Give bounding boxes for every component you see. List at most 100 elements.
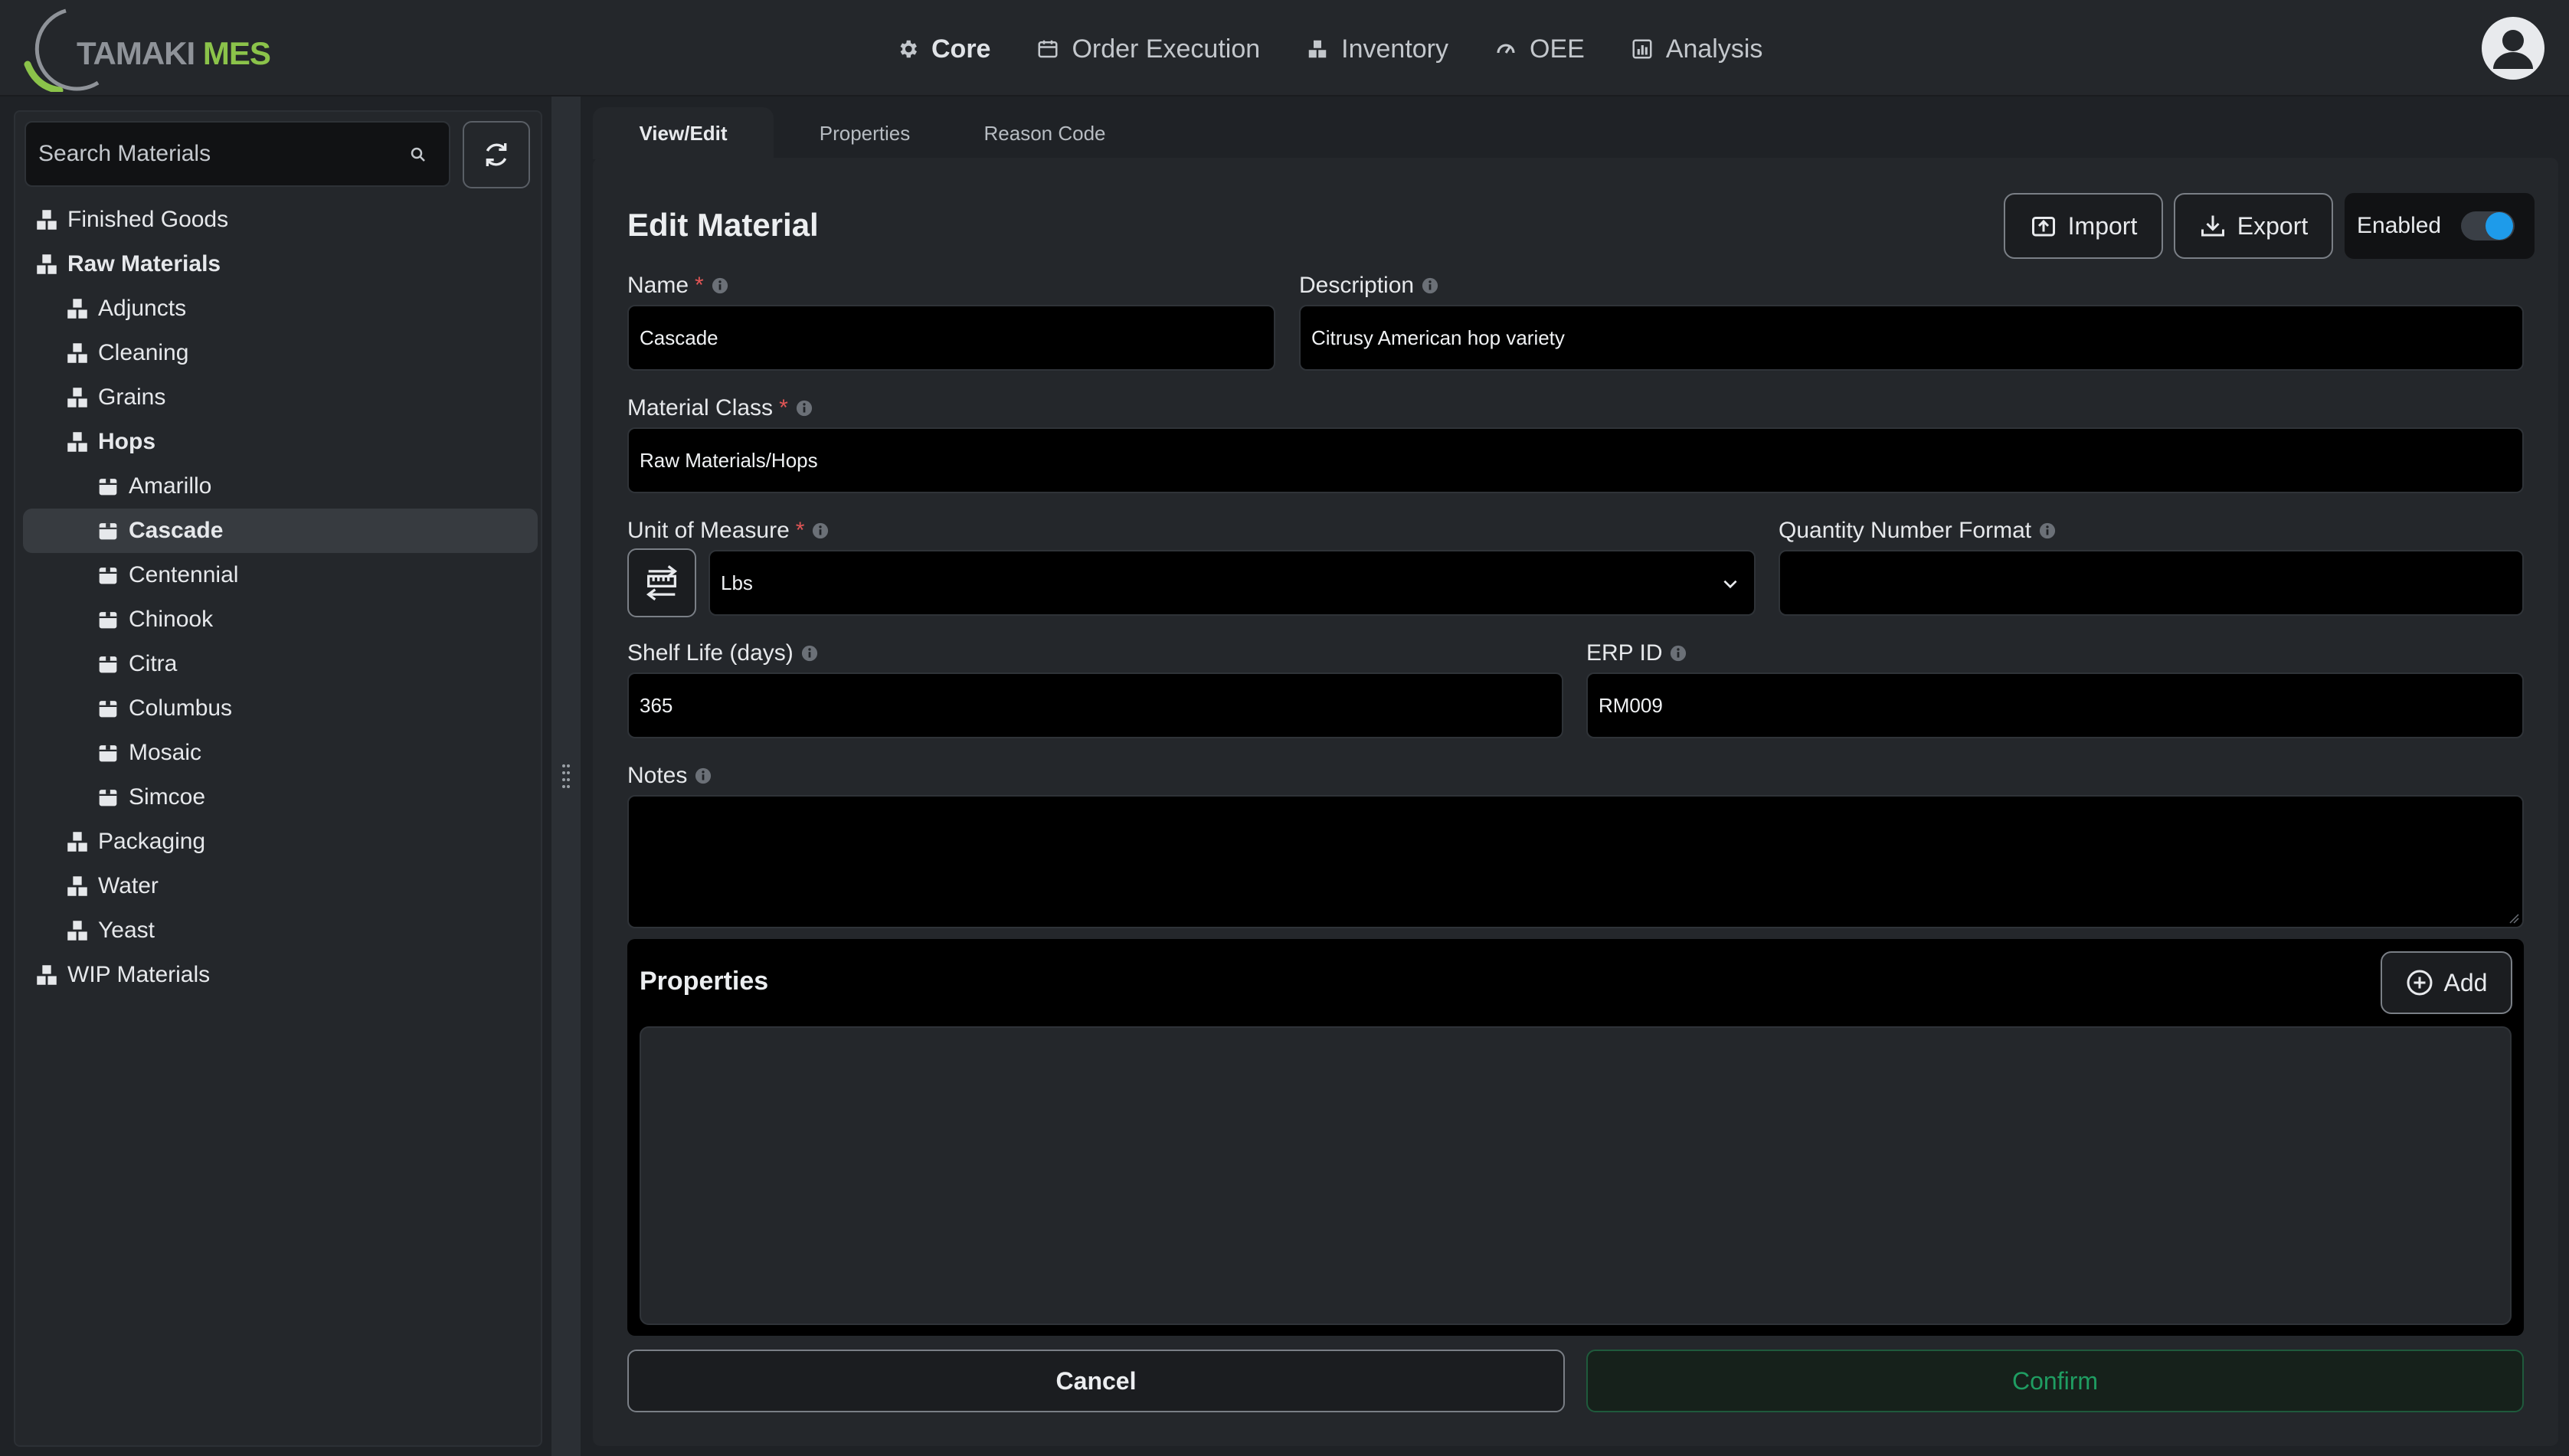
tree-item-citra[interactable]: Citra	[23, 642, 538, 686]
add-property-button[interactable]: Add	[2381, 951, 2512, 1014]
cancel-button[interactable]: Cancel	[627, 1350, 1565, 1412]
required-mark: *	[795, 518, 805, 543]
tree-item-label: Mosaic	[129, 740, 202, 765]
enabled-label: Enabled	[2357, 213, 2442, 238]
tree-item-label: Cleaning	[98, 340, 189, 365]
tree-item-yeast[interactable]: Yeast	[23, 908, 538, 953]
export-button[interactable]: Export	[2174, 193, 2333, 259]
qty-format-field[interactable]	[1779, 550, 2524, 616]
info-icon[interactable]	[801, 645, 818, 662]
description-field[interactable]: Citrusy American hop variety	[1299, 305, 2524, 371]
tree-item-label: Grains	[98, 384, 166, 410]
tab-view-edit[interactable]: View/Edit	[593, 107, 774, 159]
uom-value: Lbs	[721, 571, 753, 594]
tab-reason-code[interactable]: Reason Code	[961, 107, 1129, 159]
plus-circle-icon	[2407, 970, 2433, 996]
tree-item-mosaic[interactable]: Mosaic	[23, 731, 538, 775]
notes-textarea[interactable]	[627, 795, 2524, 928]
tree-item-label: Citra	[129, 651, 178, 676]
boxes-icon	[67, 432, 87, 452]
tree-item-label: Packaging	[98, 829, 206, 854]
material-class-field[interactable]: Raw Materials/Hops	[627, 427, 2524, 493]
refresh-button[interactable]	[463, 121, 530, 188]
info-icon[interactable]	[1670, 645, 1687, 662]
tree-item-simcoe[interactable]: Simcoe	[23, 775, 538, 820]
download-icon	[2201, 215, 2224, 237]
tree-item-amarillo[interactable]: Amarillo	[23, 464, 538, 509]
required-mark: *	[695, 273, 704, 298]
import-label: Import	[2067, 211, 2138, 240]
info-icon[interactable]	[1422, 277, 1438, 294]
tree-item-cascade[interactable]: Cascade	[23, 509, 538, 553]
nav-inventory[interactable]: Inventory	[1306, 34, 1448, 64]
shelf-life-label-row: Shelf Life (days)	[627, 640, 818, 666]
tree-item-packaging[interactable]: Packaging	[23, 820, 538, 864]
search-icon[interactable]	[409, 146, 427, 164]
logo-text-mes: MES	[202, 35, 271, 71]
nav-analysis[interactable]: Analysis	[1631, 34, 1763, 64]
info-icon[interactable]	[796, 400, 813, 417]
tree-item-label: WIP Materials	[67, 962, 211, 987]
nav-oee[interactable]: OEE	[1494, 34, 1585, 64]
tree-item-chinook[interactable]: Chinook	[23, 597, 538, 642]
tree-item-adjuncts[interactable]: Adjuncts	[23, 286, 538, 331]
search-materials-input[interactable]	[38, 123, 398, 185]
main-nav: Core Order Execution Inventory OEE Analy…	[896, 28, 1762, 70]
tree-item-columbus[interactable]: Columbus	[23, 686, 538, 731]
tree-item-label: Chinook	[129, 607, 214, 632]
user-avatar-button[interactable]	[2480, 15, 2546, 81]
tree-item-finished-goods[interactable]: Finished Goods	[23, 198, 538, 242]
shelf-life-label: Shelf Life (days)	[627, 640, 794, 666]
tree-item-water[interactable]: Water	[23, 864, 538, 908]
nav-core-label: Core	[931, 34, 991, 64]
info-icon[interactable]	[695, 767, 712, 784]
uom-select[interactable]: Lbs	[709, 550, 1756, 616]
logo-text: TAMAKI MES	[77, 35, 271, 72]
nav-analysis-label: Analysis	[1665, 34, 1763, 64]
boxes-icon	[37, 210, 57, 230]
panel-splitter[interactable]	[551, 97, 581, 1456]
enabled-toggle[interactable]	[2461, 211, 2515, 240]
drag-handle-icon[interactable]	[561, 763, 571, 790]
tree-item-label: Simcoe	[129, 784, 206, 810]
tree-item-label: Hops	[98, 429, 155, 454]
notes-label-row: Notes	[627, 763, 712, 789]
boxes-icon	[67, 299, 87, 319]
tree-item-cleaning[interactable]: Cleaning	[23, 331, 538, 375]
info-icon[interactable]	[2039, 522, 2056, 539]
tree-item-grains[interactable]: Grains	[23, 375, 538, 420]
tree-item-centennial[interactable]: Centennial	[23, 553, 538, 597]
tree-item-wip-materials[interactable]: WIP Materials	[23, 953, 538, 997]
tree-item-label: Adjuncts	[98, 296, 187, 321]
box-icon	[99, 523, 117, 540]
uom-conversion-button[interactable]	[627, 548, 696, 617]
box-icon	[99, 568, 117, 584]
properties-title: Properties	[640, 967, 769, 996]
boxes-icon	[67, 388, 87, 407]
boxes-icon	[1308, 40, 1327, 58]
enabled-toggle-group: Enabled	[2345, 193, 2535, 259]
export-label: Export	[2237, 211, 2309, 240]
description-label-row: Description	[1299, 273, 1438, 299]
refresh-icon	[486, 143, 507, 166]
info-icon[interactable]	[712, 277, 728, 294]
import-button[interactable]: Import	[2004, 193, 2163, 259]
tab-properties[interactable]: Properties	[792, 107, 938, 159]
tree-item-label: Raw Materials	[67, 251, 221, 276]
resize-grip-icon[interactable]	[2507, 911, 2519, 924]
confirm-button[interactable]: Confirm	[1586, 1350, 2524, 1412]
box-icon	[99, 479, 117, 496]
search-box	[25, 121, 450, 187]
nav-order-execution[interactable]: Order Execution	[1036, 34, 1260, 64]
name-field[interactable]: Cascade	[627, 305, 1275, 371]
info-icon[interactable]	[812, 522, 829, 539]
app-logo[interactable]: TAMAKI MES	[21, 5, 271, 92]
tree-item-hops[interactable]: Hops	[23, 420, 538, 464]
erp-id-field[interactable]: RM009	[1586, 672, 2524, 738]
box-icon	[99, 612, 117, 629]
shelf-life-field[interactable]: 365	[627, 672, 1563, 738]
tree-item-raw-materials[interactable]: Raw Materials	[23, 242, 538, 286]
nav-core[interactable]: Core	[896, 34, 990, 64]
qty-format-label-row: Quantity Number Format	[1779, 518, 2056, 544]
material-class-label: Material Class	[627, 395, 774, 420]
